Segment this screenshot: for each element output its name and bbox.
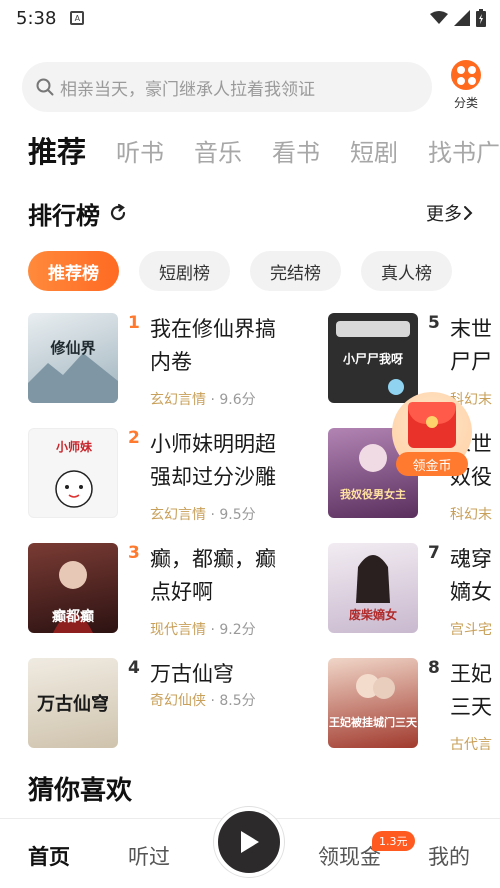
nav-history[interactable]: 听过 xyxy=(128,841,170,871)
svg-text:小尸尸我呀: 小尸尸我呀 xyxy=(343,351,403,366)
book-genre: 现代言情 xyxy=(150,622,206,638)
rank-number: 4 xyxy=(128,658,140,678)
book-genre: 宫斗宅 xyxy=(450,622,492,635)
book-title: 我在修仙界搞内卷 xyxy=(150,317,276,374)
battery-icon xyxy=(476,9,486,27)
svg-text:王妃被挂城门三天: 王妃被挂城门三天 xyxy=(329,715,418,729)
floating-reward-button[interactable]: 领金币 xyxy=(392,392,472,482)
rank-number: 2 xyxy=(128,428,140,448)
book-score: · 9.6分 xyxy=(210,392,256,408)
tab-read[interactable]: 看书 xyxy=(272,133,320,168)
chip-completed[interactable]: 完结榜 xyxy=(250,251,341,291)
nav-home[interactable]: 首页 xyxy=(28,841,70,871)
book-title: 癫，都癫，癫点好啊 xyxy=(150,547,276,604)
book-title: 魂穿 嫡女 xyxy=(450,547,492,604)
play-icon xyxy=(241,831,259,853)
book-cover: 废柴嫡女 xyxy=(328,543,418,633)
category-label: 分类 xyxy=(453,96,478,110)
chip-short-drama[interactable]: 短剧榜 xyxy=(139,251,230,291)
book-score: · 9.2分 xyxy=(210,622,256,638)
book-title: 王妃 三天 xyxy=(450,662,492,719)
svg-text:万古仙穹: 万古仙穹 xyxy=(36,693,109,715)
rank-number: 3 xyxy=(128,543,140,563)
bottom-nav: 首页 听过 领现金 1.3元 我的 xyxy=(0,807,500,888)
book-item[interactable]: 王妃被挂城门三天 8 王妃 三天 古代言 xyxy=(328,658,500,750)
book-genre: 玄幻言情 xyxy=(150,392,206,408)
svg-text:我奴役男女主: 我奴役男女主 xyxy=(340,487,406,501)
book-genre: 奇幻仙侠 xyxy=(150,693,206,709)
tab-music[interactable]: 音乐 xyxy=(194,133,242,168)
refresh-icon[interactable] xyxy=(108,203,128,223)
tab-short-drama[interactable]: 短剧 xyxy=(350,133,398,168)
book-cover: 王妃被挂城门三天 xyxy=(328,658,418,748)
category-icon xyxy=(451,60,481,90)
book-meta: 现代言情 · 9.2分 xyxy=(150,619,256,639)
book-title: 小师妹明明超强却过分沙雕 xyxy=(150,432,276,489)
search-icon xyxy=(36,78,54,96)
status-bar: 5:38 A xyxy=(0,0,500,36)
tab-find-book[interactable]: 找书广 xyxy=(428,133,500,168)
player-disc-button[interactable] xyxy=(214,807,284,877)
chevron-right-icon xyxy=(464,206,473,220)
notification-app-icon: A xyxy=(70,11,85,25)
book-meta: 科幻末 xyxy=(450,504,492,520)
book-genre: 科幻末 xyxy=(450,507,492,520)
ranking-title: 排行榜 xyxy=(28,201,100,230)
top-tabs: 推荐 听书 音乐 看书 短剧 找书广 xyxy=(28,128,500,172)
category-button[interactable]: 分类 xyxy=(446,60,486,111)
book-genre: 玄幻言情 xyxy=(150,507,206,523)
nav-me[interactable]: 我的 xyxy=(428,841,470,871)
status-time: 5:38 xyxy=(16,7,57,29)
book-cover: 万古仙穹 xyxy=(28,658,118,748)
book-item[interactable]: 废柴嫡女 7 魂穿 嫡女 宫斗宅 xyxy=(328,543,500,635)
book-score: · 8.5分 xyxy=(210,693,256,709)
chip-real-voice[interactable]: 真人榜 xyxy=(361,251,452,291)
status-icons xyxy=(430,9,486,27)
svg-text:废柴嫡女: 废柴嫡女 xyxy=(349,607,397,622)
signal-icon xyxy=(454,10,470,26)
rank-number: 5 xyxy=(428,313,440,333)
book-meta: 玄幻言情 · 9.5分 xyxy=(150,504,256,524)
guess-section-title: 猜你喜欢 xyxy=(28,776,133,806)
more-link[interactable]: 更多 xyxy=(426,200,474,226)
book-meta: 奇幻仙侠 · 8.5分 xyxy=(150,690,256,710)
tab-recommend[interactable]: 推荐 xyxy=(28,129,86,171)
rank-number: 1 xyxy=(128,313,140,333)
book-item[interactable]: 癫都癫 3 癫，都癫，癫点好啊 现代言情 · 9.2分 xyxy=(28,543,298,638)
search-row: 相亲当天，豪门继承人拉着我领证 分类 xyxy=(22,58,484,116)
book-meta: 宫斗宅 xyxy=(450,619,492,635)
tab-listen[interactable]: 听书 xyxy=(116,133,164,168)
book-item[interactable]: 万古仙穹 4 万古仙穹 奇幻仙侠 · 8.5分 xyxy=(28,658,298,750)
book-cover: 小师妹 xyxy=(28,428,118,518)
book-item[interactable]: 小师妹 2 小师妹明明超强却过分沙雕 玄幻言情 · 9.5分 xyxy=(28,428,298,523)
book-meta: 古代言 xyxy=(450,734,492,750)
book-cover: 修仙界 xyxy=(28,313,118,403)
search-placeholder: 相亲当天，豪门继承人拉着我领证 xyxy=(60,79,315,100)
chip-recommend[interactable]: 推荐榜 xyxy=(28,251,119,291)
book-title: 万古仙穹 xyxy=(150,662,234,686)
book-cover: 癫都癫 xyxy=(28,543,118,633)
search-input[interactable]: 相亲当天，豪门继承人拉着我领证 xyxy=(22,62,432,112)
book-item[interactable]: 修仙界 1 我在修仙界搞内卷 玄幻言情 · 9.6分 xyxy=(28,313,298,408)
rank-number: 7 xyxy=(428,543,440,563)
ranking-header: 排行榜 更多 xyxy=(28,196,474,230)
book-title: 末世 尸尸 xyxy=(450,317,492,374)
svg-text:修仙界: 修仙界 xyxy=(49,339,95,357)
book-cover: 小尸尸我呀 xyxy=(328,313,418,403)
book-meta: 玄幻言情 · 9.6分 xyxy=(150,389,256,409)
more-label: 更多 xyxy=(426,204,462,225)
ranking-chips: 推荐榜 短剧榜 完结榜 真人榜 xyxy=(28,251,472,291)
reward-label: 领金币 xyxy=(396,452,468,476)
book-genre: 古代言 xyxy=(450,737,492,750)
book-score: · 9.5分 xyxy=(210,507,256,523)
svg-text:小师妹: 小师妹 xyxy=(56,439,93,454)
cash-badge: 1.3元 xyxy=(372,831,415,851)
wifi-icon xyxy=(430,11,448,24)
svg-text:癫都癫: 癫都癫 xyxy=(52,608,94,625)
rank-number: 8 xyxy=(428,658,440,678)
